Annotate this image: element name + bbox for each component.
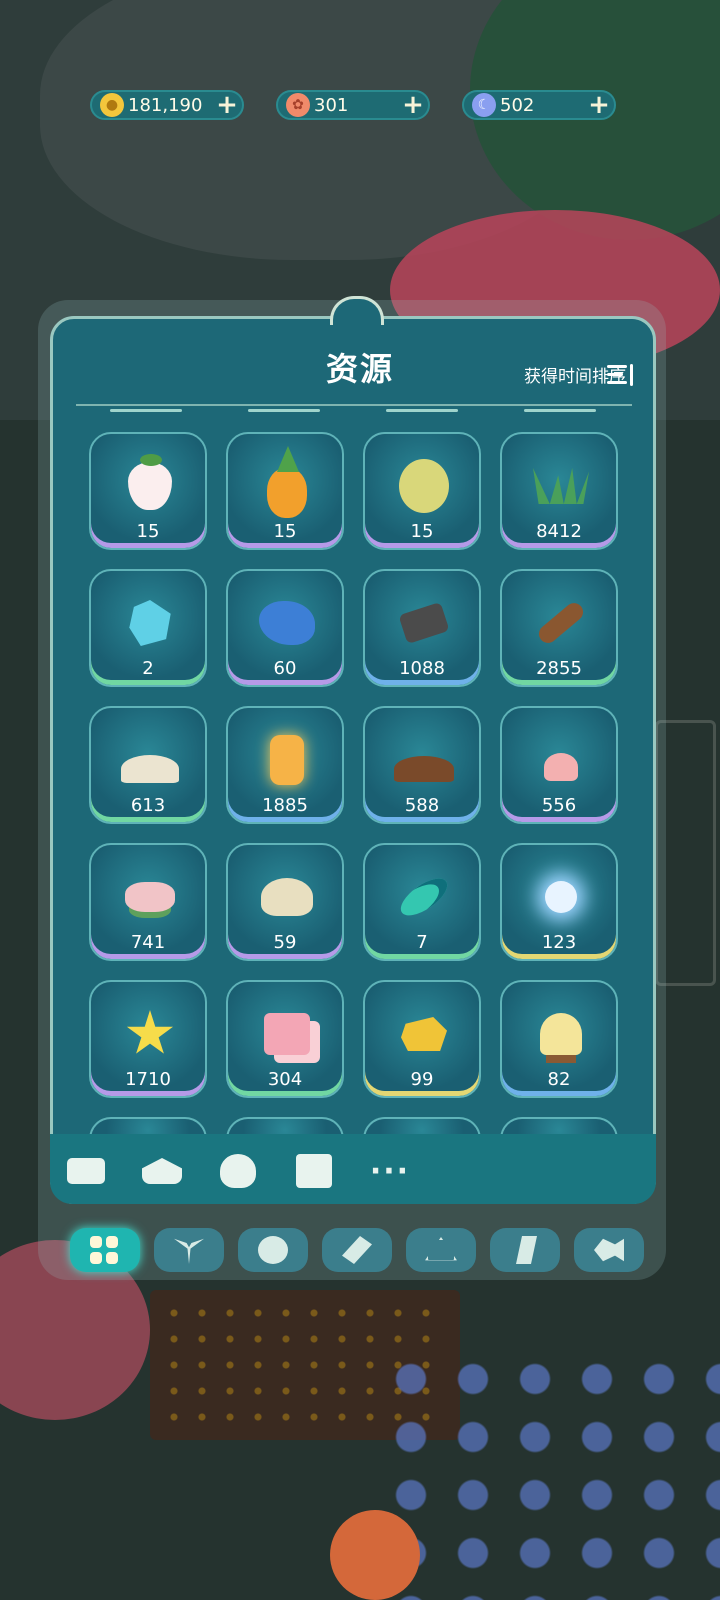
resource-slot-pearl-shell[interactable]: 59	[226, 843, 344, 961]
resource-slot-strawberry[interactable]: 15	[89, 432, 207, 550]
rice-bowl-icon[interactable]	[216, 1152, 260, 1190]
resource-slot-star[interactable]: 1710	[89, 980, 207, 1098]
category-tabs	[60, 1228, 660, 1278]
resource-slot-feather[interactable]: 7	[363, 843, 481, 961]
music-icon	[516, 1236, 537, 1264]
rice-cake-icon	[120, 867, 180, 927]
resource-grid: 15 15 15 8412 2 60 1088 2855 613 1885 588 556 741 59 7…	[89, 432, 629, 1154]
star-icon	[120, 1004, 180, 1064]
book-icon[interactable]	[292, 1152, 336, 1190]
resource-count: 99	[410, 1069, 434, 1090]
resource-slot-gold-nugget[interactable]: 99	[363, 980, 481, 1098]
moon-token-counter: ☾ 502 +	[462, 90, 616, 120]
resource-slot-rice-cake[interactable]: 741	[89, 843, 207, 961]
candy-cubes-icon	[257, 1004, 317, 1064]
strawberry-icon	[120, 454, 180, 516]
briefcase-icon[interactable]	[64, 1152, 108, 1190]
resource-count: 613	[130, 795, 166, 816]
resource-count: 2855	[536, 658, 582, 679]
resource-count: 588	[404, 795, 440, 816]
resource-count: 59	[273, 932, 297, 953]
coin-value: 181,190	[128, 94, 203, 116]
hanger-icon[interactable]	[140, 1152, 184, 1190]
panel-divider	[76, 404, 632, 406]
resource-count: 2	[142, 658, 154, 679]
resource-slot-crystal[interactable]: 2	[89, 569, 207, 687]
resource-slot-melon[interactable]: 15	[363, 432, 481, 550]
divider-mark	[110, 409, 182, 412]
crystal-icon	[120, 593, 180, 653]
resource-slot-flour[interactable]: 613	[89, 706, 207, 824]
flower-coin-icon: ✿	[286, 93, 310, 117]
hanger-icon	[425, 1237, 457, 1261]
tab-music[interactable]	[490, 1228, 560, 1272]
pineapple-icon	[257, 456, 317, 518]
grass-bundle-icon	[531, 456, 591, 516]
add-coins-button[interactable]: +	[212, 92, 242, 118]
divider-mark	[524, 409, 596, 412]
pearl-shell-icon	[257, 867, 317, 927]
add-moon-tokens-button[interactable]: +	[584, 92, 614, 118]
all-grid-icon	[90, 1236, 120, 1264]
more-icon[interactable]: ···	[368, 1152, 412, 1190]
resource-count: 1710	[125, 1069, 171, 1090]
resource-count: 7	[416, 932, 428, 953]
cream-icon	[531, 730, 591, 790]
feather-icon	[394, 867, 454, 927]
sort-icon[interactable]	[607, 362, 637, 388]
fishing-net-icon	[257, 593, 317, 653]
tools-icon	[342, 1236, 372, 1264]
iron-pipe-icon	[394, 593, 454, 653]
resource-slot-fishing-net[interactable]: 60	[226, 569, 344, 687]
wood-log-icon	[531, 593, 591, 653]
flower-token-counter: ✿ 301 +	[276, 90, 430, 120]
coin-icon: ●	[100, 93, 124, 117]
resource-slot-cupcake[interactable]: 82	[500, 980, 618, 1098]
resource-slot-candy-cubes[interactable]: 304	[226, 980, 344, 1098]
resource-slot-iron-pipe[interactable]: 1088	[363, 569, 481, 687]
resource-count: 60	[273, 658, 297, 679]
resource-slot-pineapple[interactable]: 15	[226, 432, 344, 550]
resource-count: 15	[136, 521, 160, 542]
tab-flowers[interactable]	[238, 1228, 308, 1272]
sprout-icon	[174, 1238, 204, 1264]
soil-icon	[394, 730, 454, 790]
gold-nugget-icon	[394, 1004, 454, 1064]
resource-count: 1885	[262, 795, 308, 816]
divider-mark	[386, 409, 458, 412]
resource-slot-honey-jar[interactable]: 1885	[226, 706, 344, 824]
spirit-wisp-icon	[531, 867, 591, 927]
resource-slot-cream[interactable]: 556	[500, 706, 618, 824]
resource-count: 8412	[536, 521, 582, 542]
tab-clothing[interactable]	[406, 1228, 476, 1272]
resource-count: 82	[547, 1069, 571, 1090]
resource-count: 15	[273, 521, 297, 542]
resource-slot-spirit-wisp[interactable]: 123	[500, 843, 618, 961]
honey-jar-icon	[257, 730, 317, 790]
tab-plants[interactable]	[154, 1228, 224, 1272]
fish-icon	[594, 1238, 624, 1262]
moon-token-value: 502	[500, 94, 535, 116]
resource-count: 741	[130, 932, 166, 953]
resource-count: 123	[541, 932, 577, 953]
cupcake-icon	[531, 1004, 591, 1064]
moon-coin-icon: ☾	[472, 93, 496, 117]
resource-count: 15	[410, 521, 434, 542]
coin-counter: ● 181,190 +	[90, 90, 244, 120]
resource-slot-wood-log[interactable]: 2855	[500, 569, 618, 687]
resource-slot-soil[interactable]: 588	[363, 706, 481, 824]
resource-count: 1088	[399, 658, 445, 679]
resource-count: 556	[541, 795, 577, 816]
flower-icon	[258, 1236, 288, 1264]
resource-count: 304	[267, 1069, 303, 1090]
flour-icon	[120, 730, 180, 790]
flower-token-value: 301	[314, 94, 349, 116]
add-flower-tokens-button[interactable]: +	[398, 92, 428, 118]
melon-icon	[394, 456, 454, 516]
resource-slot-grass-bundle[interactable]: 8412	[500, 432, 618, 550]
tab-tools[interactable]	[322, 1228, 392, 1272]
tab-all[interactable]	[70, 1228, 140, 1272]
tab-fish[interactable]	[574, 1228, 644, 1272]
divider-mark	[248, 409, 320, 412]
